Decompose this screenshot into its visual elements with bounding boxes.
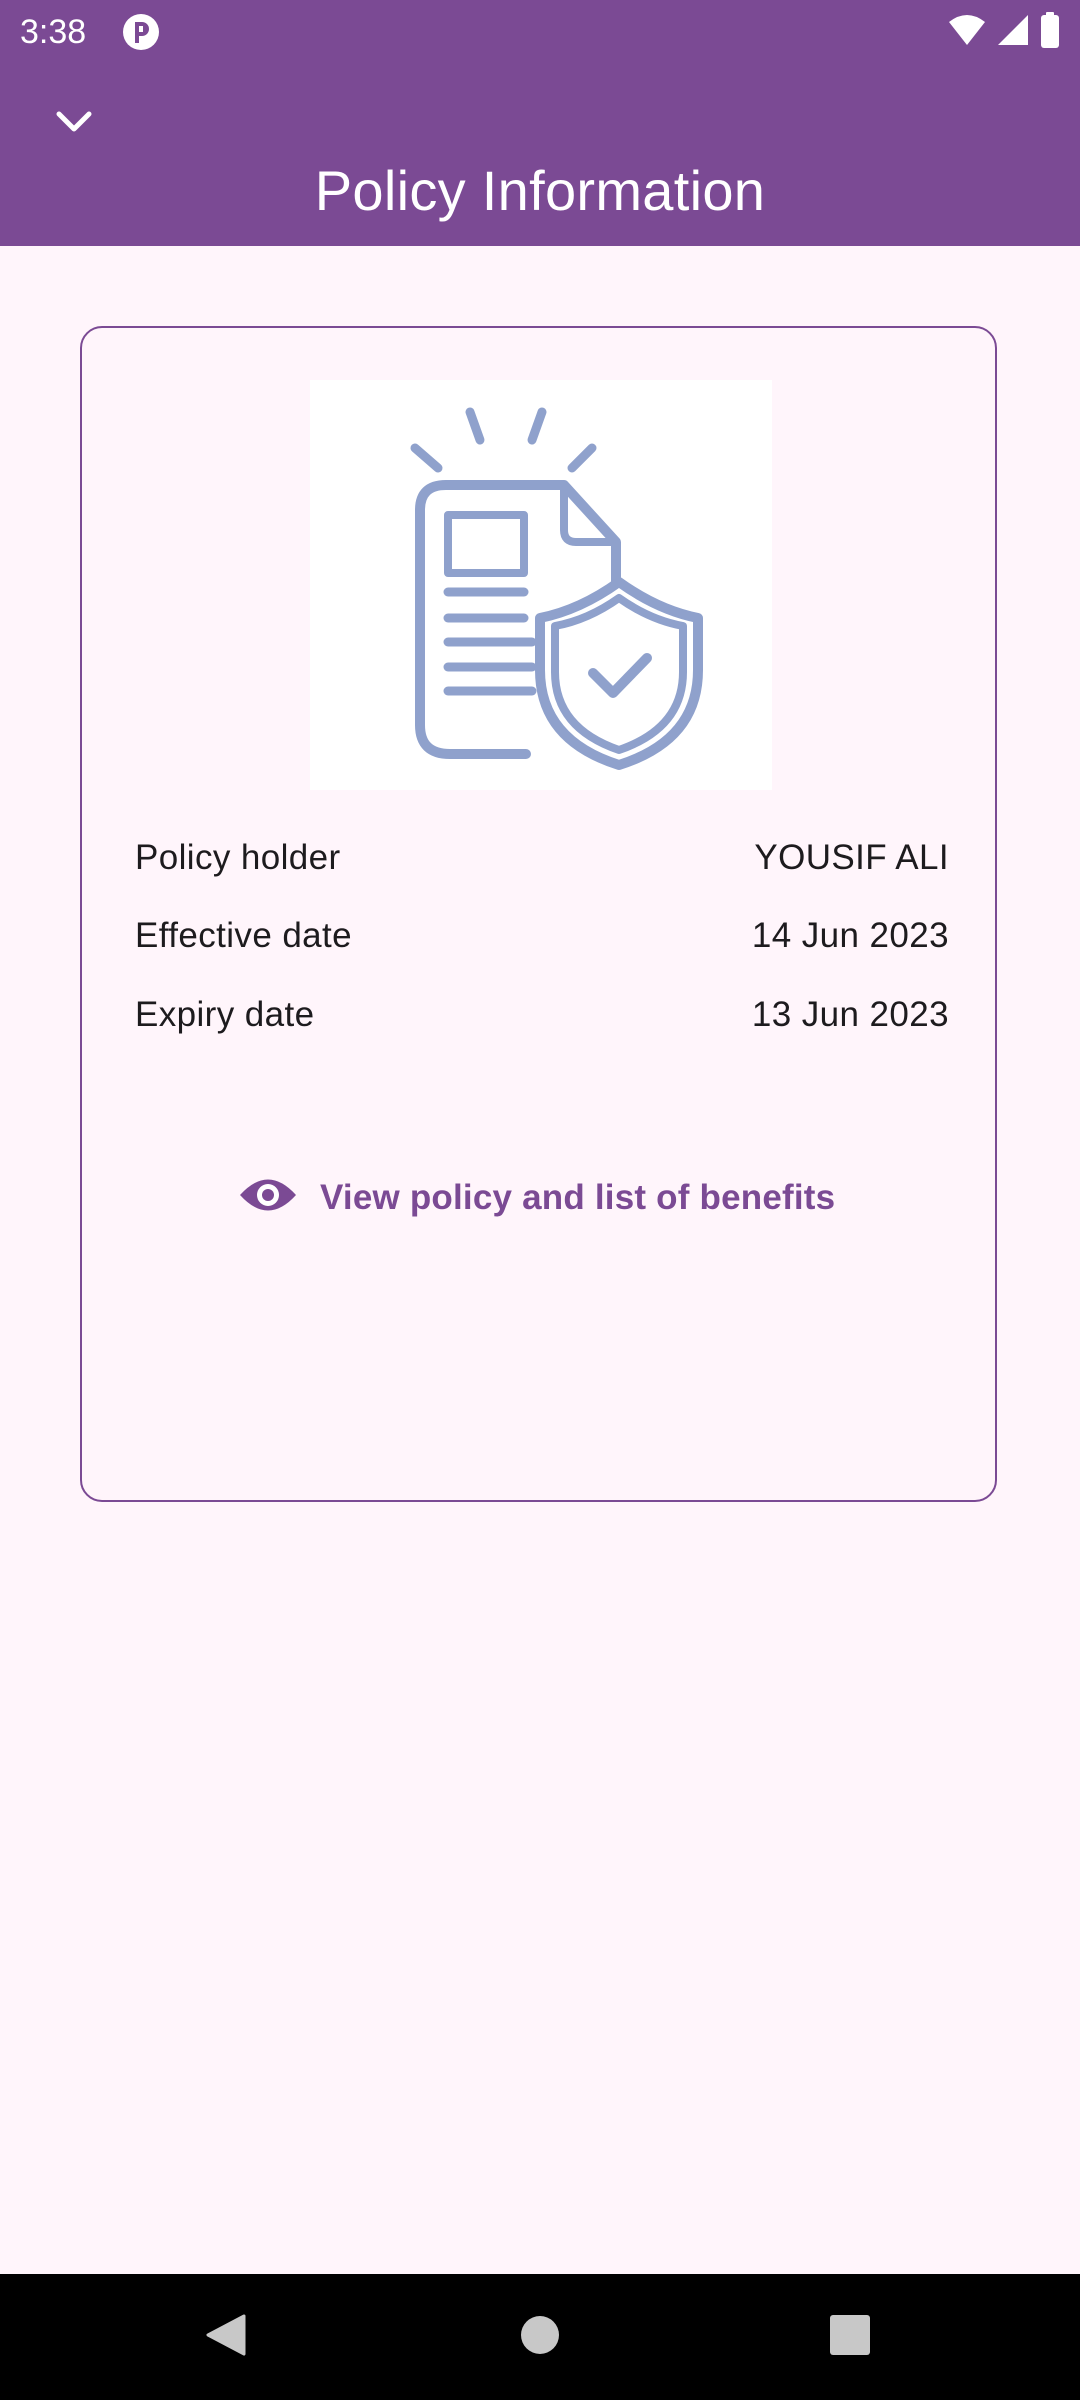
expiry-date-label: Expiry date <box>135 995 315 1034</box>
status-time: 3:38 <box>20 13 87 51</box>
app-header: 3:38 Policy Information <box>0 0 1080 246</box>
policy-illustration <box>310 380 772 790</box>
expiry-date-row: Expiry date 13 Jun 2023 <box>135 993 949 1037</box>
effective-date-value: 14 Jun 2023 <box>751 916 949 955</box>
home-circle-icon <box>520 2315 560 2360</box>
nav-home-button[interactable] <box>510 2307 570 2367</box>
system-navigation-bar <box>0 2274 1080 2400</box>
view-policy-benefits-label: View policy and list of benefits <box>320 1177 836 1217</box>
policy-card: Policy holder YOUSIF ALI Effective date … <box>80 326 997 1502</box>
policy-holder-label: Policy holder <box>135 838 341 877</box>
effective-date-label: Effective date <box>135 916 353 955</box>
expiry-date-value: 13 Jun 2023 <box>751 995 949 1034</box>
chevron-down-icon <box>54 109 94 140</box>
status-icons <box>948 11 1060 53</box>
collapse-button[interactable] <box>32 82 116 166</box>
page-title: Policy Information <box>314 158 766 222</box>
recents-square-icon <box>830 2314 870 2360</box>
eye-icon <box>238 1174 298 1221</box>
wifi-icon <box>948 14 986 51</box>
policy-holder-value: YOUSIF ALI <box>754 838 949 877</box>
policy-holder-row: Policy holder YOUSIF ALI <box>135 836 949 880</box>
back-triangle-icon <box>204 2313 248 2362</box>
cellular-signal-icon <box>996 14 1030 51</box>
view-policy-benefits-link[interactable]: View policy and list of benefits <box>238 1174 835 1221</box>
policy-document-shield-icon <box>410 407 703 770</box>
status-bar: 3:38 <box>0 0 1080 64</box>
effective-date-row: Effective date 14 Jun 2023 <box>135 914 949 958</box>
battery-icon <box>1040 11 1060 53</box>
nav-recents-button[interactable] <box>820 2307 880 2367</box>
app-notification-icon <box>122 13 160 51</box>
nav-back-button[interactable] <box>196 2307 256 2367</box>
